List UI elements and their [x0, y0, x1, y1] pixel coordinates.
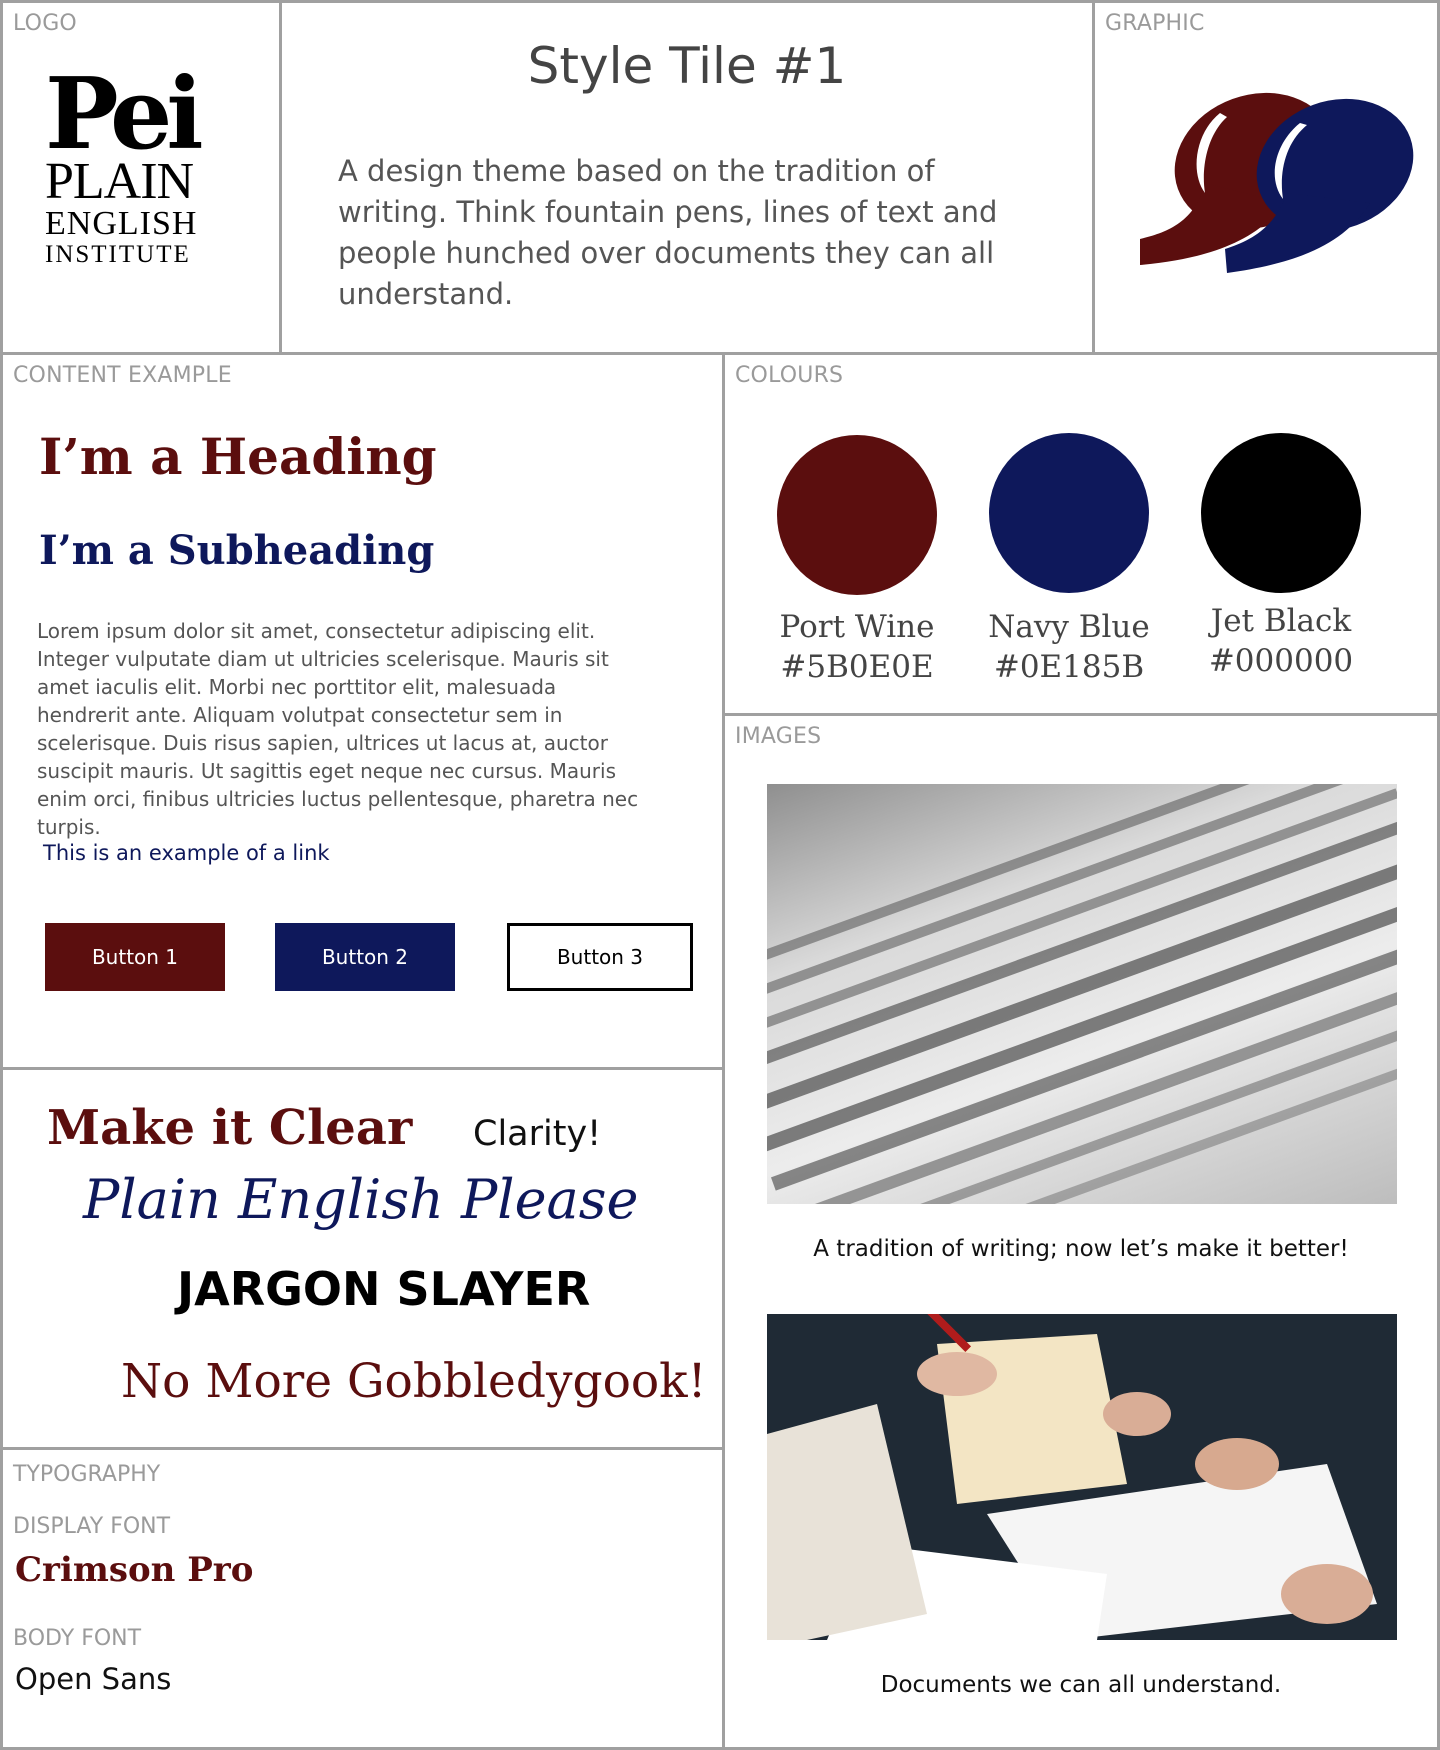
button-1[interactable]: Button 1: [45, 923, 225, 991]
typography-panel: TYPOGRAPHY DISPLAY FONT Crimson Pro BODY…: [0, 1447, 725, 1750]
jargon-slayer-text: JARGON SLAYER: [177, 1262, 591, 1316]
expressions-panel: Make it Clear Clarity! Plain English Ple…: [0, 1067, 725, 1450]
body-font-name: Open Sans: [15, 1662, 172, 1696]
theme-description: A design theme based on the tradition of…: [338, 154, 998, 311]
logo-line-plain: PLAIN: [45, 153, 194, 210]
content-example-panel: CONTENT EXAMPLE I’m a Heading I’m a Subh…: [0, 352, 725, 1070]
jet-black-swatch: [1201, 433, 1361, 593]
plain-english-institute-logo: Pei PLAIN ENGLISH INSTITUTE: [45, 57, 225, 269]
port-wine-swatch: [777, 435, 937, 595]
logo-section-label: LOGO: [13, 11, 77, 36]
port-wine-hex: #5B0E0E: [780, 649, 934, 685]
button-2[interactable]: Button 2: [275, 923, 455, 991]
graphic-panel: GRAPHIC: [1092, 0, 1440, 355]
intro-panel: Style Tile #1 A design theme based on th…: [279, 0, 1095, 355]
no-more-gobbledygook-text: No More Gobbledygook!: [121, 1354, 707, 1409]
example-link[interactable]: This is an example of a link: [43, 841, 330, 865]
graphic-section-label: GRAPHIC: [1105, 11, 1205, 36]
example-subheading: I’m a Subheading: [39, 527, 435, 574]
example-body-text: Lorem ipsum dolor sit amet, consectetur …: [37, 619, 639, 839]
images-section-label: IMAGES: [735, 724, 822, 749]
content-example-section-label: CONTENT EXAMPLE: [13, 363, 232, 388]
page-title: Style Tile #1: [527, 37, 847, 95]
images-panel: IMAGES A tradition of writing; now let’s…: [722, 713, 1440, 1750]
navy-blue-hex: #0E185B: [993, 649, 1145, 685]
jet-black-name: Jet Black: [1210, 603, 1352, 639]
logo-line-institute: INSTITUTE: [45, 241, 191, 268]
text-lines-graphic: [767, 784, 1397, 1204]
navy-blue-swatch: [989, 433, 1149, 593]
image-caption-1: A tradition of writing; now let’s make i…: [813, 1236, 1349, 1262]
logo-line-english: ENGLISH: [45, 205, 198, 242]
documents-graphic: [767, 1314, 1397, 1640]
port-wine-name: Port Wine: [779, 609, 935, 645]
colours-section-label: COLOURS: [735, 363, 844, 388]
make-it-clear-text: Make it Clear: [47, 1100, 413, 1156]
button-3[interactable]: Button 3: [507, 923, 693, 991]
display-font-name: Crimson Pro: [15, 1550, 254, 1590]
typography-section-label: TYPOGRAPHY: [13, 1462, 161, 1487]
navy-blue-name: Navy Blue: [988, 609, 1150, 645]
logo-mark: Pei: [45, 57, 204, 172]
quote-marks-icon: [1140, 92, 1414, 273]
example-heading: I’m a Heading: [39, 427, 437, 486]
plain-english-please-text: Plain English Please: [83, 1168, 639, 1231]
writing-closeup-image: [767, 784, 1397, 1204]
logo-panel: LOGO Pei PLAIN ENGLISH INSTITUTE: [0, 0, 282, 355]
jet-black-hex: #000000: [1208, 643, 1354, 679]
documents-meeting-image: [767, 1314, 1397, 1640]
clarity-text: Clarity!: [473, 1114, 602, 1154]
display-font-label: DISPLAY FONT: [13, 1514, 171, 1539]
body-font-label: BODY FONT: [13, 1626, 142, 1651]
image-caption-2: Documents we can all understand.: [880, 1672, 1282, 1698]
colours-panel: COLOURS Port Wine #5B0E0E Navy Blue #0E1…: [722, 352, 1440, 716]
